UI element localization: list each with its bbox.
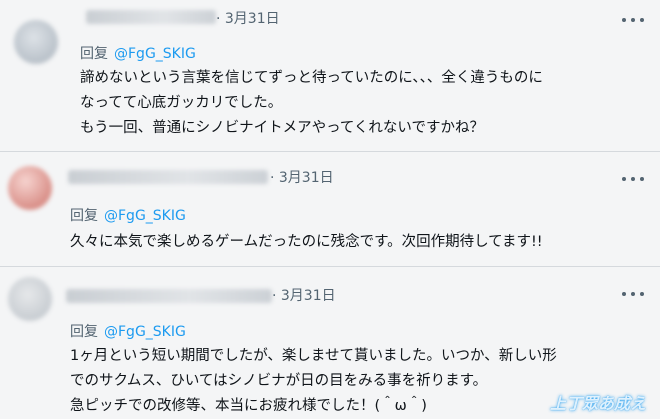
reply-feed: · 3月31日 回复 @FgG_SKIG 諦めないという言葉を信じてずっと待ってい… <box>0 0 660 418</box>
tweet-text: 1ヶ月という短い期間でしたが、楽しませて貰いました。いつか、新しい形 でのサクム… <box>70 348 557 414</box>
more-options-icon[interactable] <box>622 291 644 297</box>
tweet-date[interactable]: · 3月31日 <box>270 167 334 187</box>
blurred-username[interactable] <box>66 289 272 303</box>
reply-label: 回复 <box>70 324 98 340</box>
blurred-username[interactable] <box>68 170 268 184</box>
mention-link[interactable]: @FgG_SKIG <box>104 324 186 340</box>
reply-context: 回复 @FgG_SKIG <box>70 205 186 225</box>
blurred-username[interactable] <box>86 10 216 24</box>
mention-link[interactable]: @FgG_SKIG <box>104 208 186 224</box>
avatar[interactable] <box>8 277 52 321</box>
mention-link[interactable]: @FgG_SKIG <box>114 46 196 62</box>
tweet-text: 久々に本気で楽しめるゲームだったのに残念です。次回作期待してます!! <box>70 234 543 250</box>
reply-context: 回复 @FgG_SKIG <box>80 43 196 63</box>
avatar[interactable] <box>8 166 52 210</box>
site-watermark-logo: 上丁眾あ成え <box>549 394 646 413</box>
more-options-icon[interactable] <box>622 176 644 182</box>
tweet-date[interactable]: · 3月31日 <box>216 8 280 28</box>
tweet-text: 諦めないという言葉を信じてずっと待っていたのに、、、全く違うものに なってて心底… <box>80 70 543 136</box>
reply-tweet[interactable]: · 3月31日 回复 @FgG_SKIG 諦めないという言葉を信じてずっと待ってい… <box>0 0 660 151</box>
reply-label: 回复 <box>80 46 108 62</box>
tweet-date[interactable]: · 3月31日 <box>272 285 336 305</box>
reply-tweet[interactable]: · 3月31日 回复 @FgG_SKIG 久々に本気で楽しめるゲームだったのに残念… <box>0 152 660 266</box>
avatar[interactable] <box>14 20 58 64</box>
more-options-icon[interactable] <box>622 17 644 23</box>
reply-context: 回复 @FgG_SKIG <box>70 321 186 341</box>
reply-label: 回复 <box>70 208 98 224</box>
